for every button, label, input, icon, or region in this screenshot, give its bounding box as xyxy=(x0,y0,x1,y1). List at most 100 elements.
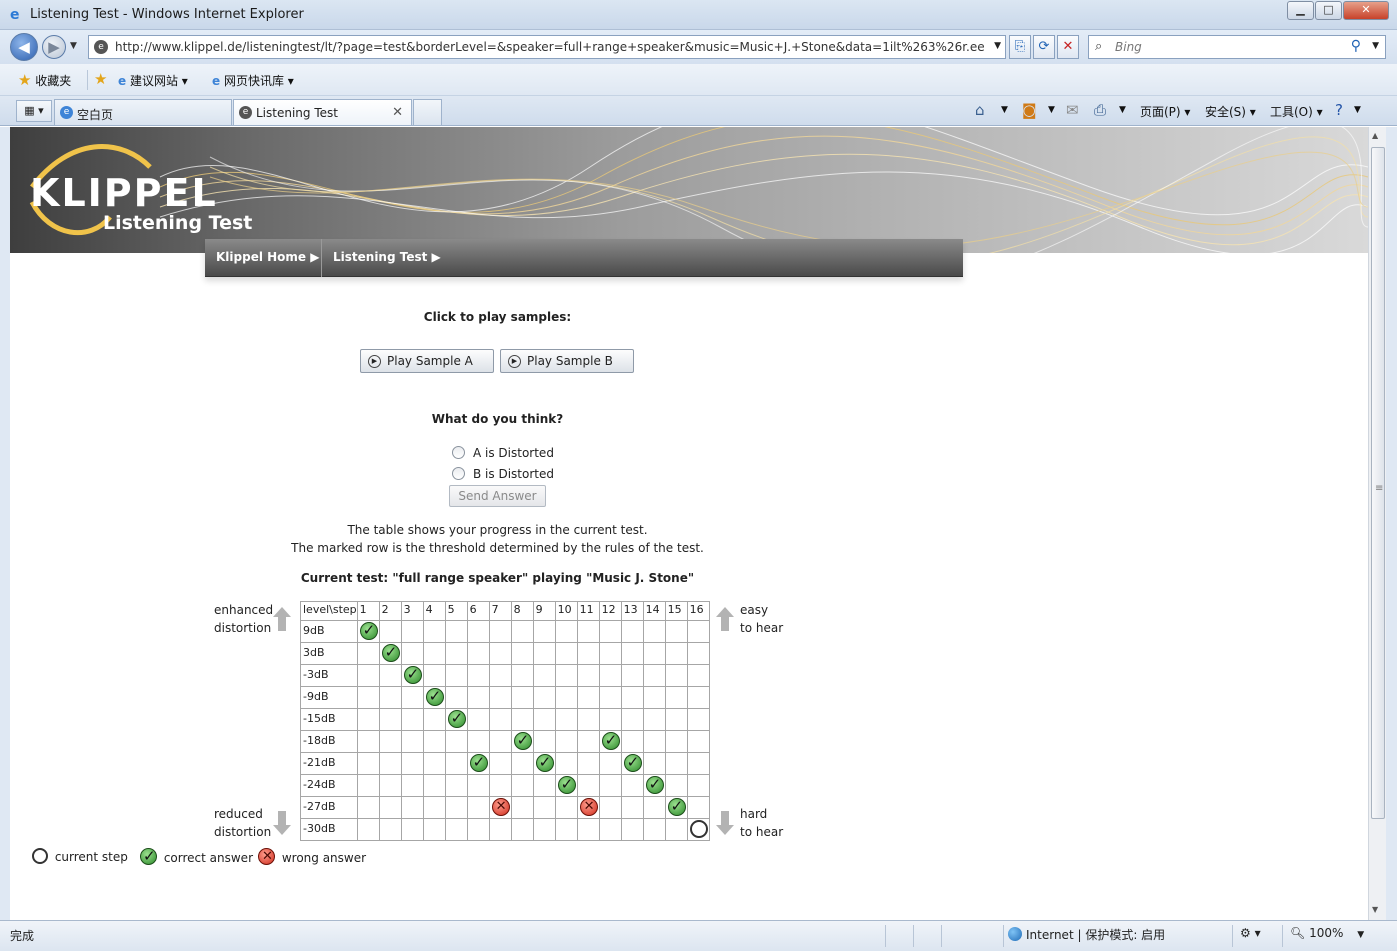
table-cell xyxy=(642,642,666,665)
zoom-control[interactable]: 🔍︎ 100% ▼ xyxy=(1290,926,1364,940)
nav-listening-test[interactable]: Listening Test ▶ xyxy=(333,250,441,264)
web-slice-gallery-link[interactable]: e 网页快讯库 ▾ xyxy=(212,72,294,89)
maximize-button[interactable]: □ xyxy=(1315,1,1342,20)
close-window-button[interactable]: ✕ xyxy=(1343,1,1389,20)
table-cell xyxy=(444,664,468,687)
table-cell xyxy=(488,774,512,797)
close-tab-icon[interactable]: ✕ xyxy=(392,105,403,120)
arrow-down-icon xyxy=(716,811,734,835)
play-sample-b-button[interactable]: ▶ Play Sample B xyxy=(500,349,634,373)
page-viewport: KLIPPEL Listening Test Klippel Home ▶ Li… xyxy=(10,127,1368,920)
home-dropdown-icon[interactable]: ▼ xyxy=(1001,105,1008,115)
label-line: enhanced xyxy=(214,603,274,617)
label-line: to hear xyxy=(740,825,784,839)
table-cell xyxy=(378,708,402,731)
help-dropdown-icon[interactable]: ▼ xyxy=(1354,105,1361,115)
table-cell xyxy=(422,664,446,687)
search-box[interactable]: ⌕ Bing ⚲ ▼ xyxy=(1088,35,1386,59)
print-dropdown-icon[interactable]: ▼ xyxy=(1119,105,1126,115)
tab-listening-test[interactable]: e Listening Test ✕ xyxy=(233,99,412,125)
table-cell xyxy=(356,642,380,665)
table-cell xyxy=(444,686,468,709)
stop-button[interactable]: ✕ xyxy=(1057,35,1079,59)
protected-mode-icon[interactable]: ⚙ ▾ xyxy=(1240,926,1261,940)
progress-table: level\step123456789101112131415169dB3dB-… xyxy=(300,601,710,841)
new-tab-button[interactable] xyxy=(413,99,442,125)
history-dropdown-icon[interactable]: ▼ xyxy=(70,41,77,51)
add-favorite-icon[interactable]: ★ xyxy=(94,70,107,88)
ie-logo-icon: e xyxy=(10,7,20,23)
arrow-up-icon xyxy=(716,607,734,631)
table-cell xyxy=(686,730,710,753)
table-cell xyxy=(576,730,600,753)
home-icon[interactable]: ⌂ xyxy=(975,101,985,119)
security-zone[interactable]: Internet | 保护模式: 启用 xyxy=(1008,926,1165,943)
table-cell xyxy=(686,620,710,643)
forward-button[interactable]: ▶ xyxy=(42,35,66,59)
minimize-button[interactable]: ▁ xyxy=(1287,1,1314,20)
table-cell xyxy=(356,774,380,797)
tab-bar: ▦ ▾ e 空白页 e Listening Test ✕ ⌂ ▼ ◙ ▼ ✉ ⎙… xyxy=(0,96,1397,126)
divider xyxy=(87,70,88,90)
help-icon[interactable]: ? xyxy=(1335,101,1343,119)
nav-divider xyxy=(321,239,322,277)
step-header: 7 xyxy=(488,601,512,621)
tab-blank-page[interactable]: e 空白页 xyxy=(54,99,232,125)
table-cell xyxy=(444,752,468,775)
scroll-up-icon[interactable]: ▲ xyxy=(1372,131,1378,140)
scroll-thumb[interactable]: ≡ xyxy=(1371,147,1385,819)
table-cell xyxy=(488,686,512,709)
favorites-button[interactable]: ★ 收藏夹 xyxy=(18,71,71,89)
feeds-icon[interactable]: ◙ xyxy=(1022,101,1037,119)
table-cell xyxy=(554,796,578,819)
suggested-sites-label: 建议网站 ▾ xyxy=(129,74,188,88)
vertical-scrollbar[interactable]: ▲ ≡ ▼ xyxy=(1368,127,1386,920)
send-answer-button[interactable]: Send Answer xyxy=(449,485,546,507)
table-cell xyxy=(642,686,666,709)
table-row: -15dB xyxy=(300,708,710,731)
step-header: 15 xyxy=(664,601,688,621)
option-b-radio[interactable] xyxy=(452,467,465,480)
option-a[interactable]: A is Distorted xyxy=(452,446,554,460)
page-menu[interactable]: 页面(P) ▾ xyxy=(1140,103,1190,120)
feeds-dropdown-icon[interactable]: ▼ xyxy=(1048,105,1055,115)
mail-icon[interactable]: ✉ xyxy=(1066,101,1079,119)
search-icon[interactable]: ⚲ xyxy=(1351,38,1361,54)
scroll-down-icon[interactable]: ▼ xyxy=(1372,905,1378,914)
table-cell xyxy=(510,620,534,643)
refresh-button[interactable]: ⟳ xyxy=(1033,35,1055,59)
ie-page-icon: e xyxy=(212,74,221,88)
url-dropdown-icon[interactable]: ▼ xyxy=(994,41,1001,51)
print-icon[interactable]: ⎙ xyxy=(1094,101,1106,119)
legend-wrong-label: wrong answer xyxy=(281,851,367,865)
table-cell xyxy=(444,774,468,797)
correct-answer-icon xyxy=(447,709,466,728)
url-text[interactable]: http://www.klippel.de/listeningtest/lt/?… xyxy=(115,40,985,54)
back-button[interactable]: ◀ xyxy=(10,33,38,61)
table-cell xyxy=(422,708,446,731)
table-cell xyxy=(664,642,688,665)
search-options-icon[interactable]: ▼ xyxy=(1372,41,1379,51)
option-a-radio[interactable] xyxy=(452,446,465,459)
safety-menu[interactable]: 安全(S) ▾ xyxy=(1205,103,1256,120)
table-cell xyxy=(466,752,490,775)
table-cell xyxy=(620,708,644,731)
nav-klippel-home[interactable]: Klippel Home ▶ xyxy=(216,250,319,264)
option-b[interactable]: B is Distorted xyxy=(452,467,554,481)
table-cell xyxy=(356,818,380,841)
level-label: -24dB xyxy=(300,774,358,797)
table-cell xyxy=(554,686,578,709)
suggested-sites-link[interactable]: e 建议网站 ▾ xyxy=(118,72,188,89)
table-cell xyxy=(598,620,622,643)
quick-tabs-button[interactable]: ▦ ▾ xyxy=(16,100,52,122)
compatibility-view-button[interactable]: ⎘ xyxy=(1009,35,1031,59)
table-cell xyxy=(620,730,644,753)
zoom-dropdown-icon[interactable]: ▼ xyxy=(1357,930,1364,940)
step-header: 6 xyxy=(466,601,490,621)
address-bar[interactable]: e http://www.klippel.de/listeningtest/lt… xyxy=(88,35,1006,59)
table-row: -27dB xyxy=(300,796,710,819)
play-sample-a-button[interactable]: ▶ Play Sample A xyxy=(360,349,494,373)
tools-menu[interactable]: 工具(O) ▾ xyxy=(1270,103,1323,120)
level-label: 3dB xyxy=(300,642,358,665)
table-cell xyxy=(378,796,402,819)
